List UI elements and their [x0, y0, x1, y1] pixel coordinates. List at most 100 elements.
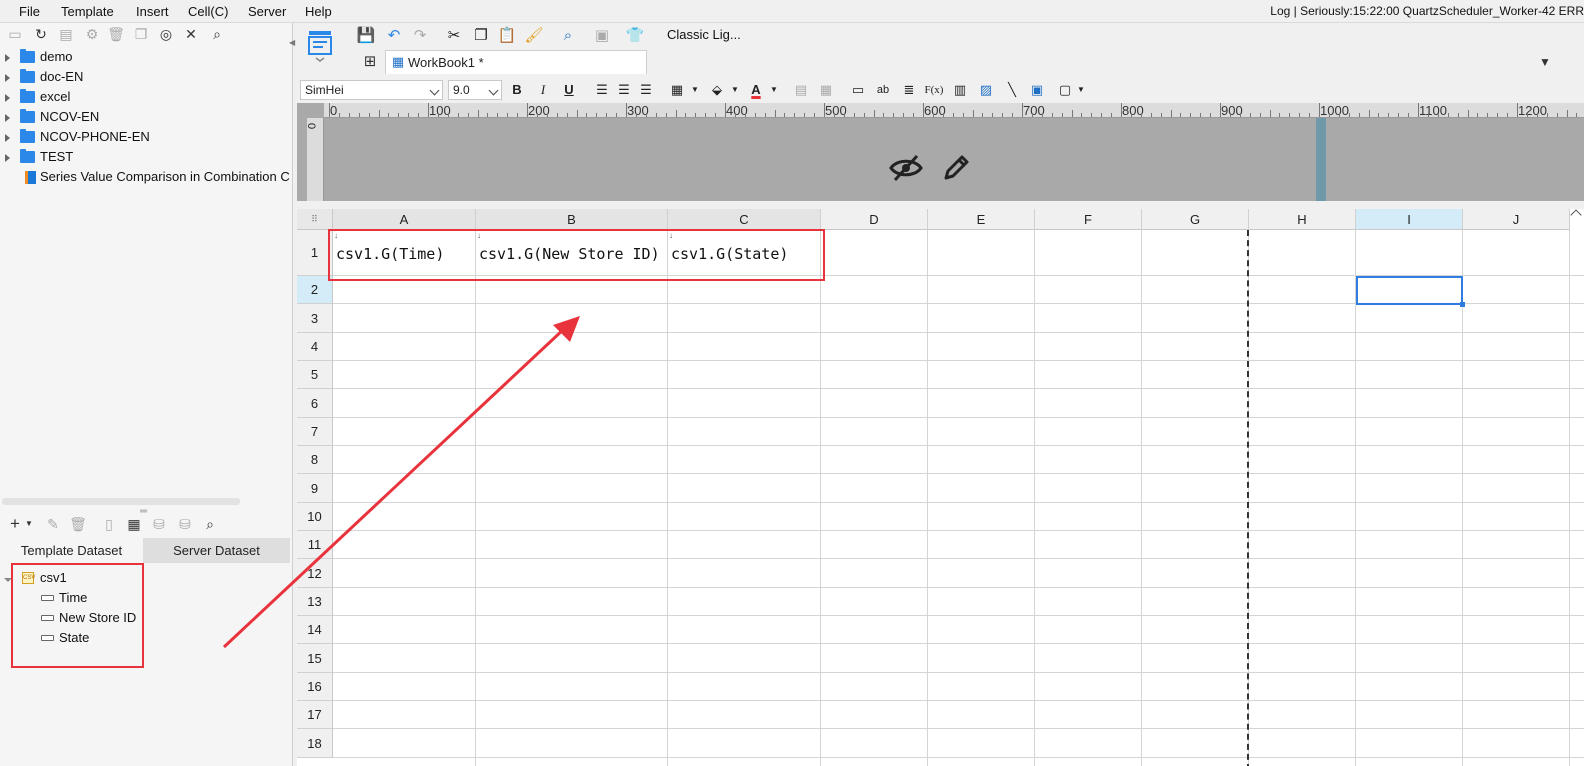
tab-workbook[interactable]: ▦ WorkBook1 *	[385, 50, 647, 74]
tree-item-report[interactable]: Series Value Comparison in Combination C…	[0, 167, 290, 187]
delete-icon[interactable]: 🗑	[69, 515, 87, 533]
select-all-corner[interactable]: ⠿	[297, 209, 333, 230]
chevron-down-icon[interactable]: ▼	[685, 80, 705, 100]
row-header-14[interactable]: 14	[297, 616, 333, 644]
merge-cells-icon[interactable]: ▤	[791, 80, 811, 100]
column-header-i[interactable]: I	[1356, 209, 1463, 230]
theme-selector[interactable]: Classic Lig...	[667, 27, 741, 42]
expand-arrow-icon[interactable]	[5, 154, 10, 162]
column-header-j[interactable]: J	[1463, 209, 1570, 230]
column-header-d[interactable]: D	[821, 209, 928, 230]
expand-arrow-icon[interactable]	[5, 74, 10, 82]
cut-icon[interactable]: ✂	[444, 26, 464, 46]
row-header-12[interactable]: 12	[297, 559, 333, 588]
expand-arrow-icon[interactable]	[5, 94, 10, 102]
row-header-5[interactable]: 5	[297, 361, 333, 389]
font-size-select[interactable]: 9.0	[448, 80, 502, 100]
align-left-icon[interactable]: ☰	[592, 80, 612, 100]
column-header-a[interactable]: A	[333, 209, 476, 230]
insert-chart-icon[interactable]: ▥	[950, 80, 970, 100]
tree-item-folder[interactable]: excel	[0, 87, 290, 107]
column-header-e[interactable]: E	[928, 209, 1035, 230]
refresh-icon[interactable]: ↻	[32, 25, 50, 43]
copy-icon[interactable]: ❐	[132, 25, 150, 43]
menu-template[interactable]: Template	[61, 4, 114, 19]
chevron-down-icon[interactable]: ▼	[1071, 80, 1091, 100]
font-color-icon[interactable]: A	[746, 80, 766, 100]
row-header-10[interactable]: 10	[297, 503, 333, 531]
italic-button[interactable]: I	[533, 80, 553, 100]
formula-button[interactable]: F(x)	[924, 80, 944, 100]
chevron-down-icon[interactable]: ▼	[764, 80, 784, 100]
insert-image-icon[interactable]: ▨	[976, 80, 996, 100]
column-header-g[interactable]: G	[1142, 209, 1249, 230]
preview-search-icon[interactable]: ⌕	[558, 26, 578, 46]
menu-file[interactable]: File	[19, 4, 40, 19]
status-log[interactable]: Log | Seriously:15:22:00 QuartzScheduler…	[1270, 4, 1584, 18]
selected-cell-i2[interactable]	[1356, 276, 1465, 307]
menu-server[interactable]: Server	[248, 4, 286, 19]
column-header-f[interactable]: F	[1035, 209, 1142, 230]
settings-icon[interactable]: ⚙	[83, 25, 101, 43]
row-header-9[interactable]: 9	[297, 474, 333, 503]
row-header-8[interactable]: 8	[297, 446, 333, 474]
delete-icon[interactable]: 🗑	[107, 25, 125, 43]
border-icon[interactable]: ▦	[667, 80, 687, 100]
template-icon[interactable]: ▤	[57, 25, 75, 43]
tree-item-folder[interactable]: doc-EN	[0, 67, 290, 87]
underline-button[interactable]: U	[559, 80, 579, 100]
menu-insert[interactable]: Insert	[136, 4, 169, 19]
tree-item-folder[interactable]: demo	[0, 47, 290, 67]
align-center-icon[interactable]: ☰	[614, 80, 634, 100]
dataset-edit-icon[interactable]: ▦	[125, 515, 143, 533]
database-refresh-icon[interactable]: ⛁	[176, 515, 194, 533]
expand-arrow-icon[interactable]	[5, 134, 10, 142]
menu-help[interactable]: Help	[305, 4, 332, 19]
theme-shirt-icon[interactable]: 👕	[625, 26, 645, 46]
tree-item-folder[interactable]: NCOV-PHONE-EN	[0, 127, 290, 147]
redo-icon[interactable]: ↷	[410, 26, 430, 46]
new-folder-icon[interactable]: ▭	[6, 25, 24, 43]
fill-handle[interactable]	[1460, 302, 1465, 307]
font-family-select[interactable]: SimHei	[300, 80, 443, 100]
hide-eye-icon[interactable]	[889, 153, 923, 183]
copy-icon[interactable]: ❐	[471, 26, 491, 46]
tab-server-dataset[interactable]: Server Dataset	[143, 538, 290, 563]
search-icon[interactable]: ⌕	[201, 515, 219, 533]
row-header-7[interactable]: 7	[297, 418, 333, 446]
template-preview-icon[interactable]	[307, 29, 333, 63]
page-break-marker[interactable]	[1316, 118, 1326, 201]
row-header-3[interactable]: 3	[297, 304, 333, 333]
row-header-16[interactable]: 16	[297, 673, 333, 701]
paste-icon[interactable]: 📋	[497, 26, 517, 46]
slash-icon[interactable]: ╲	[1002, 80, 1022, 100]
tab-list-icon[interactable]: ▼	[1535, 52, 1555, 72]
expand-arrow-icon[interactable]	[5, 54, 10, 62]
column-header-b[interactable]: B	[476, 209, 668, 230]
row-header-11[interactable]: 11	[297, 531, 333, 559]
row-header-17[interactable]: 17	[297, 701, 333, 729]
chevron-down-icon[interactable]: ▼	[725, 80, 745, 100]
split-cells-icon[interactable]: ▦	[816, 80, 836, 100]
row-header-13[interactable]: 13	[297, 588, 333, 616]
disabled-tool-icon[interactable]: ▣	[592, 26, 612, 46]
search-icon[interactable]: ⌕	[208, 25, 226, 43]
locate-icon[interactable]: ◎	[157, 25, 175, 43]
sub-report-icon[interactable]: ▣	[1027, 80, 1047, 100]
column-header-h[interactable]: H	[1249, 209, 1356, 230]
edit-icon[interactable]: ✎	[44, 515, 62, 533]
tree-item-folder[interactable]: NCOV-EN	[0, 107, 290, 127]
tree-item-folder[interactable]: TEST	[0, 147, 290, 167]
undo-icon[interactable]: ↶	[384, 26, 404, 46]
grid-menu-icon[interactable]: ⊞	[360, 52, 380, 72]
spreadsheet-grid[interactable]: ⠿ A B C D E F G H I J 1 2 3 4 5 6 7 8 9 10 11 12 13 14 15 16 17 18 c…	[297, 209, 1584, 766]
row-header-18[interactable]: 18	[297, 729, 333, 758]
expand-arrow-icon[interactable]	[5, 114, 10, 122]
tab-template-dataset[interactable]: Template Dataset	[0, 538, 143, 563]
chevron-down-icon[interactable]: ▼	[20, 515, 38, 533]
preview-icon[interactable]: ▯	[100, 515, 118, 533]
save-icon[interactable]: 💾	[356, 26, 376, 46]
tree-horizontal-scrollbar[interactable]	[2, 498, 240, 505]
rich-text-icon[interactable]: ≣	[899, 80, 919, 100]
row-header-4[interactable]: 4	[297, 333, 333, 361]
